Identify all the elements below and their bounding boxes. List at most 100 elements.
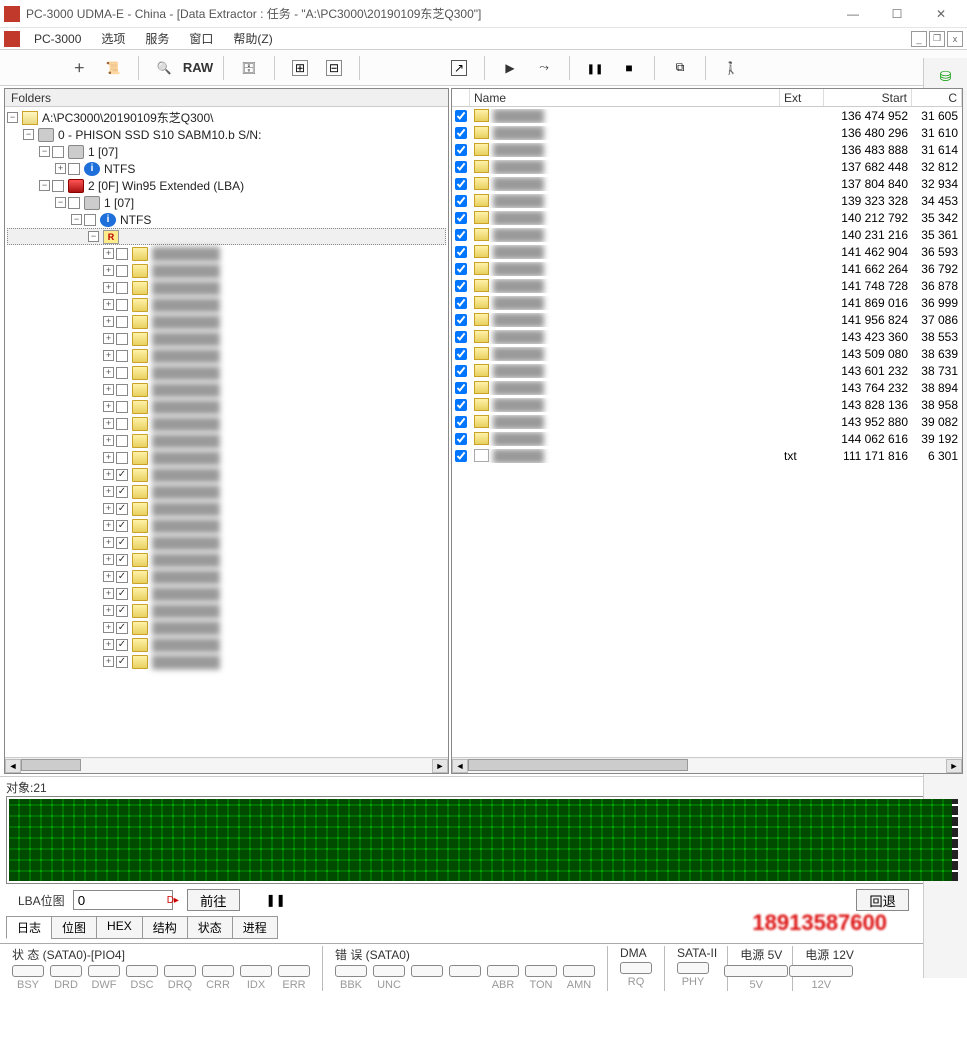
row-checkbox[interactable] [455,331,467,343]
tab-位图[interactable]: 位图 [51,916,97,939]
tab-日志[interactable]: 日志 [6,916,52,939]
tool-raw-button[interactable]: RAW [183,54,213,82]
menu-pc3000[interactable]: PC-3000 [26,30,89,48]
file-row[interactable]: ██████143 952 88039 082 [452,413,962,430]
col-c[interactable]: C [912,89,962,106]
row-checkbox[interactable] [455,297,467,309]
close-button[interactable]: ✕ [919,0,963,28]
col-name[interactable]: Name [470,89,780,106]
menu-help[interactable]: 帮助(Z) [225,28,280,49]
tree-node[interactable]: +✓████████ [7,517,446,534]
row-checkbox[interactable] [455,314,467,326]
file-row[interactable]: ██████136 474 95231 605 [452,107,962,124]
row-checkbox[interactable] [455,416,467,428]
tool-play-button[interactable] [495,54,525,82]
tree-node[interactable]: −1 [07] [7,143,446,160]
file-row[interactable]: ██████141 956 82437 086 [452,311,962,328]
scroll-left-button[interactable]: ◄ [452,759,468,773]
file-row[interactable]: ██████143 423 36038 553 [452,328,962,345]
scroll-left-button[interactable]: ◄ [5,759,21,773]
tree-node[interactable]: +████████ [7,347,446,364]
tool-stop-button[interactable] [614,54,644,82]
tool-export-button[interactable] [444,54,474,82]
scroll-right-button[interactable]: ► [946,759,962,773]
tree-node[interactable]: +✓████████ [7,585,446,602]
menu-service[interactable]: 服务 [137,28,177,49]
left-hscroll[interactable]: ◄ ► [5,757,448,773]
file-row[interactable]: ██████143 764 23238 894 [452,379,962,396]
tree-node[interactable]: +✓████████ [7,568,446,585]
file-row[interactable]: ██████136 483 88831 614 [452,141,962,158]
col-start[interactable]: Start [824,89,912,106]
tool-step-button[interactable] [529,54,559,82]
tool-search-button[interactable] [149,54,179,82]
tree-node[interactable]: −1 [07] [7,194,446,211]
tree-node[interactable]: +✓████████ [7,653,446,670]
tree-node[interactable]: +████████ [7,364,446,381]
scroll-right-button[interactable]: ► [432,759,448,773]
mdi-minimize-button[interactable]: _ [911,31,927,47]
tree-node[interactable]: −0 - PHISON SSD S10 SABM10.b S/N: [7,126,446,143]
tab-状态[interactable]: 状态 [187,916,233,939]
tree-node[interactable]: +████████ [7,245,446,262]
right-hscroll[interactable]: ◄ ► [452,757,962,773]
bitmap-pause-icon[interactable]: ❚❚ [266,893,286,907]
row-checkbox[interactable] [455,178,467,190]
back-button[interactable]: 回退 [856,889,909,911]
file-row[interactable]: ██████136 480 29631 610 [452,124,962,141]
row-checkbox[interactable] [455,110,467,122]
tree-node[interactable]: +✓████████ [7,500,446,517]
row-checkbox[interactable] [455,212,467,224]
tree-node[interactable]: −NTFS [7,211,446,228]
tree-node[interactable]: +✓████████ [7,551,446,568]
tool-tree1-button[interactable] [285,54,315,82]
file-row[interactable]: ██████141 662 26436 792 [452,260,962,277]
file-row[interactable]: ██████144 062 61639 192 [452,430,962,447]
file-row[interactable]: ██████139 323 32834 453 [452,192,962,209]
tree-node[interactable]: +████████ [7,330,446,347]
menu-window[interactable]: 窗口 [181,28,221,49]
file-row[interactable]: ██████txt111 171 8166 301 [452,447,962,464]
col-ext[interactable]: Ext [780,89,824,106]
lba-input[interactable] [73,890,173,910]
minimize-button[interactable]: — [831,0,875,28]
tree-node[interactable]: +✓████████ [7,466,446,483]
tool-copy-button[interactable] [665,54,695,82]
file-row[interactable]: ██████140 231 21635 361 [452,226,962,243]
tree-node[interactable]: +████████ [7,381,446,398]
row-checkbox[interactable] [455,144,467,156]
maximize-button[interactable]: ☐ [875,0,919,28]
tree-node[interactable]: +████████ [7,415,446,432]
file-row[interactable]: ██████141 462 90436 593 [452,243,962,260]
file-row[interactable]: ██████140 212 79235 342 [452,209,962,226]
tree-node[interactable]: +✓████████ [7,534,446,551]
tool-tree2-button[interactable] [319,54,349,82]
file-row[interactable]: ██████143 601 23238 731 [452,362,962,379]
file-list-body[interactable]: ██████136 474 95231 605██████136 480 296… [452,107,962,757]
tree-node[interactable]: +✓████████ [7,602,446,619]
row-checkbox[interactable] [455,348,467,360]
tree-node[interactable]: +████████ [7,262,446,279]
tool-exit-button[interactable] [716,54,746,82]
file-row[interactable]: ██████141 869 01636 999 [452,294,962,311]
tool-log-button[interactable] [98,54,128,82]
tree-node[interactable]: +████████ [7,449,446,466]
tree-node[interactable]: −​​​​​​ [7,228,446,245]
tree-node[interactable]: −2 [0F] Win95 Extended (LBA) [7,177,446,194]
row-checkbox[interactable] [455,433,467,445]
row-checkbox[interactable] [455,161,467,173]
tool-pause-button[interactable] [580,54,610,82]
tree-node[interactable]: +NTFS [7,160,446,177]
folder-tree[interactable]: −A:\PC3000\20190109东芝Q300\−0 - PHISON SS… [5,107,448,757]
row-checkbox[interactable] [455,229,467,241]
dock-drive-button[interactable]: ⛁ [934,64,958,88]
tab-结构[interactable]: 结构 [142,916,188,939]
row-checkbox[interactable] [455,195,467,207]
row-checkbox[interactable] [455,365,467,377]
go-button[interactable]: 前往 [187,889,240,911]
row-checkbox[interactable] [455,263,467,275]
tree-node[interactable]: +████████ [7,313,446,330]
row-checkbox[interactable] [455,127,467,139]
file-row[interactable]: ██████143 509 08038 639 [452,345,962,362]
file-row[interactable]: ██████143 828 13638 958 [452,396,962,413]
